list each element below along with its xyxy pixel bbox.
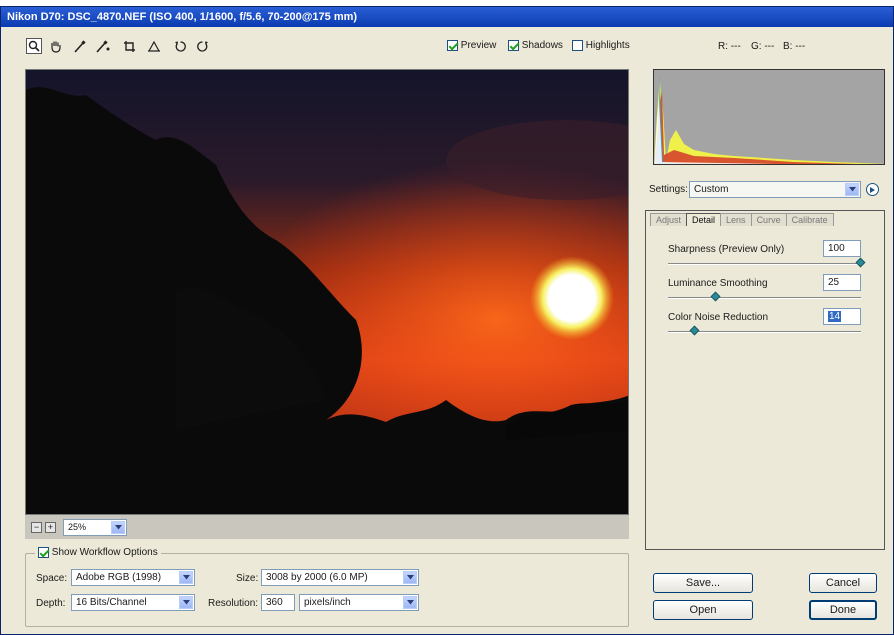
rotate-right-icon[interactable] <box>194 38 210 54</box>
zoom-bar: − + 25% <box>25 515 629 539</box>
zoom-in-button[interactable]: + <box>45 522 56 533</box>
histogram <box>653 69 885 165</box>
camera-raw-window: Nikon D70: DSC_4870.NEF (ISO 400, 1/1600… <box>0 6 894 635</box>
sharpness-label: Sharpness (Preview Only) <box>668 244 785 255</box>
resolution-unit-value: pixels/inch <box>304 597 351 608</box>
luminance-slider-thumb[interactable] <box>710 291 721 302</box>
check-icon <box>508 40 519 51</box>
save-button[interactable]: Save... <box>653 573 753 593</box>
tab-adjust[interactable]: Adjust <box>650 213 688 226</box>
chevron-down-icon <box>179 571 193 584</box>
chevron-down-icon <box>179 596 193 609</box>
size-value: 3008 by 2000 (6.0 MP) <box>266 572 368 583</box>
chevron-down-icon <box>845 183 859 196</box>
workflow-options-group <box>25 553 629 627</box>
zoom-icon[interactable] <box>26 38 42 54</box>
tab-lens[interactable]: Lens <box>720 213 752 226</box>
luminance-input[interactable]: 25 <box>823 274 861 291</box>
settings-menu-icon[interactable] <box>866 183 879 196</box>
color-sampler-icon[interactable] <box>95 38 111 54</box>
sharpness-input[interactable]: 100 <box>823 240 861 257</box>
g-readout: G: --- <box>751 41 775 52</box>
luminance-slider-track[interactable] <box>668 297 861 299</box>
color-noise-value: 14 <box>828 311 842 322</box>
depth-select[interactable]: 16 Bits/Channel <box>71 594 195 611</box>
shadows-label: Shadows <box>521 40 563 52</box>
resolution-label: Resolution: <box>208 598 259 609</box>
depth-label: Depth: <box>36 598 66 609</box>
settings-label: Settings: <box>649 184 688 195</box>
checkbox-box-icon <box>572 40 583 51</box>
check-icon <box>38 547 49 558</box>
b-readout: B: --- <box>783 41 806 52</box>
space-label: Space: <box>36 573 68 584</box>
highlights-checkbox[interactable]: Highlights <box>572 40 630 51</box>
zoom-select[interactable]: 25% <box>63 519 127 536</box>
highlights-label: Highlights <box>585 40 630 52</box>
preview-checkbox[interactable]: Preview <box>447 40 496 51</box>
r-readout: R: --- <box>718 41 741 52</box>
size-select[interactable]: 3008 by 2000 (6.0 MP) <box>261 569 419 586</box>
chevron-down-icon <box>403 596 417 609</box>
resolution-unit-select[interactable]: pixels/inch <box>299 594 419 611</box>
cancel-button[interactable]: Cancel <box>809 573 877 593</box>
hand-icon[interactable] <box>47 38 63 54</box>
chevron-down-icon <box>111 521 125 534</box>
color-noise-slider-thumb[interactable] <box>689 325 700 336</box>
depth-value: 16 Bits/Channel <box>76 597 147 608</box>
luminance-label: Luminance Smoothing <box>668 278 768 289</box>
detail-panel: Adjust Detail Lens Curve Calibrate Sharp… <box>645 210 885 550</box>
check-icon <box>447 40 458 51</box>
window-title: Nikon D70: DSC_4870.NEF (ISO 400, 1/1600… <box>1 7 893 27</box>
zoom-value: 25% <box>68 522 87 532</box>
tab-curve[interactable]: Curve <box>750 213 787 226</box>
sharpness-slider-track[interactable] <box>668 263 861 265</box>
space-select[interactable]: Adobe RGB (1998) <box>71 569 195 586</box>
crop-icon[interactable] <box>121 38 137 54</box>
done-button[interactable]: Done <box>809 600 877 620</box>
color-noise-label: Color Noise Reduction <box>668 312 769 323</box>
settings-select[interactable]: Custom <box>689 181 861 198</box>
sunset-photo <box>26 70 628 514</box>
chevron-down-icon <box>403 571 417 584</box>
sharpness-slider-thumb[interactable] <box>855 257 866 268</box>
size-label: Size: <box>236 573 259 584</box>
resolution-input[interactable]: 360 <box>261 594 295 611</box>
tab-calibrate[interactable]: Calibrate <box>785 213 834 226</box>
settings-value: Custom <box>694 184 729 195</box>
histogram-graph <box>654 75 884 164</box>
color-noise-input[interactable]: 14 <box>823 308 861 325</box>
tab-strip: Adjust Detail Lens Curve Calibrate <box>650 213 834 227</box>
show-workflow-label: Show Workflow Options <box>51 547 158 559</box>
space-value: Adobe RGB (1998) <box>76 572 162 583</box>
tab-detail[interactable]: Detail <box>686 213 722 226</box>
rotate-left-icon[interactable] <box>172 38 188 54</box>
image-preview[interactable] <box>25 69 629 515</box>
shadows-checkbox[interactable]: Shadows <box>508 40 563 51</box>
straighten-icon[interactable] <box>146 38 162 54</box>
show-workflow-checkbox[interactable]: Show Workflow Options <box>35 547 161 559</box>
zoom-out-button[interactable]: − <box>31 522 42 533</box>
preview-label: Preview <box>460 40 497 52</box>
white-balance-icon[interactable] <box>71 38 87 54</box>
open-button[interactable]: Open <box>653 600 753 620</box>
